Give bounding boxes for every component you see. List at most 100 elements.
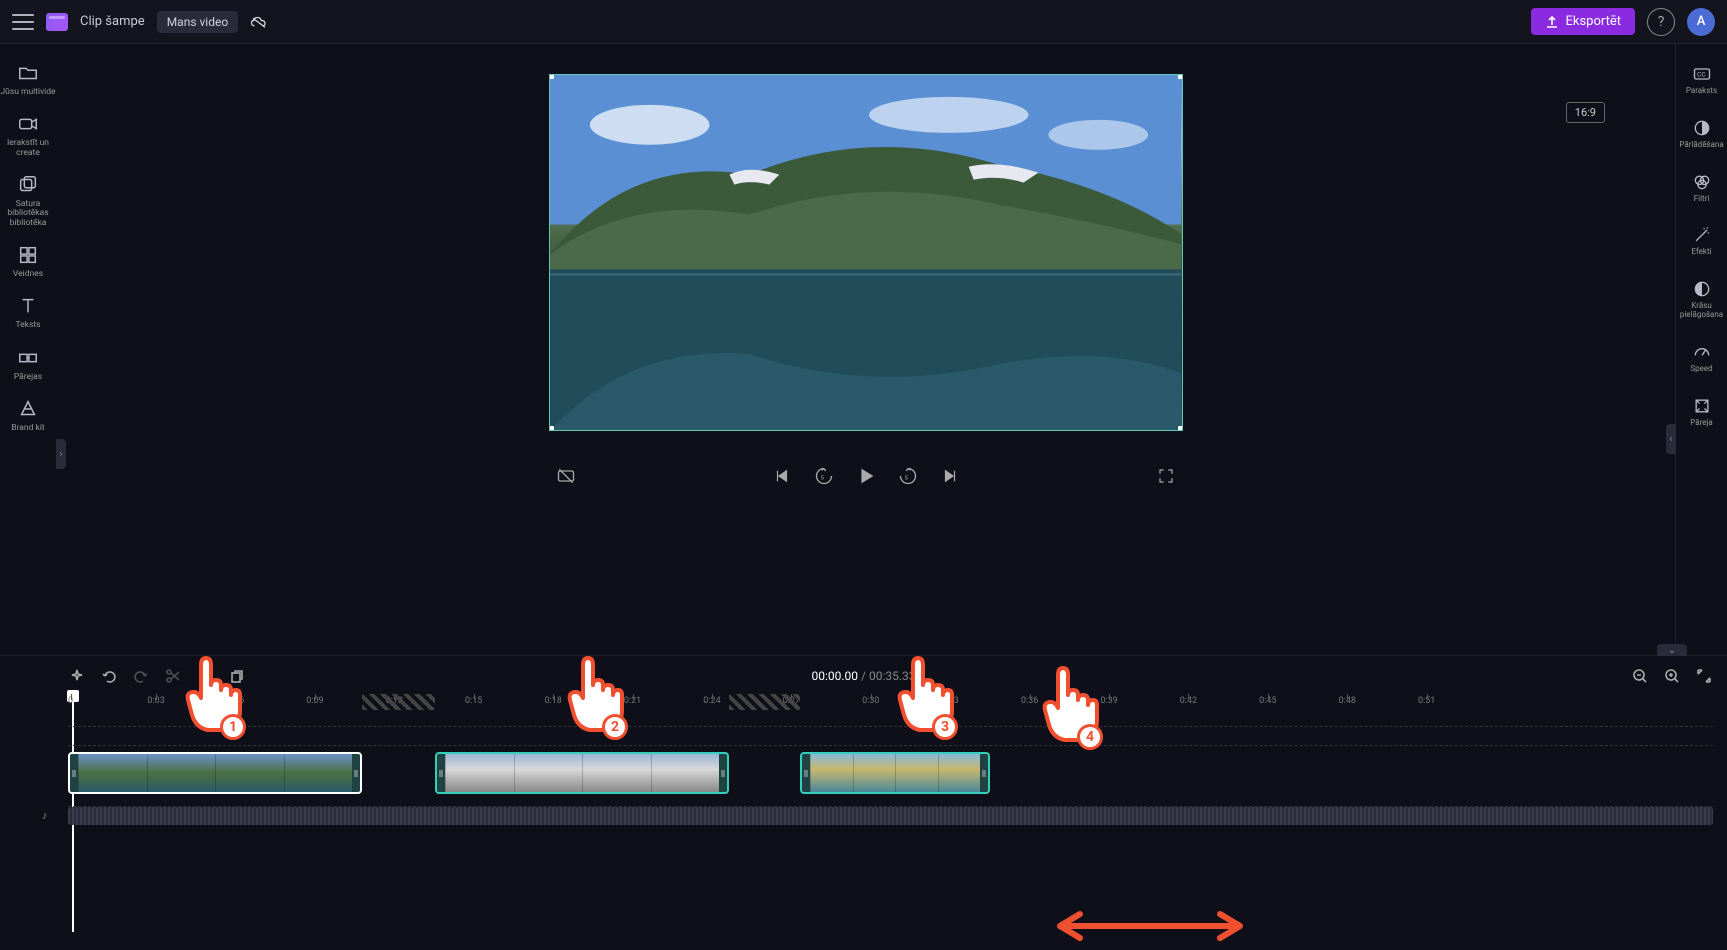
hide-preview-icon[interactable] xyxy=(555,465,577,487)
sidebar-item-text[interactable]: Teksts xyxy=(0,287,56,338)
ruler-tick: 0:03 xyxy=(147,696,164,706)
camera-icon xyxy=(17,113,39,135)
skip-back-icon[interactable] xyxy=(771,465,793,487)
sidebar-item-label: Ierakstīt un create xyxy=(0,139,56,158)
panel-item-label: Paraksts xyxy=(1686,87,1717,96)
crop-icon xyxy=(1692,396,1712,416)
clip-3[interactable]: || || xyxy=(800,752,990,794)
clip-thumbnail xyxy=(78,754,147,792)
ruler-tick: 0:06 xyxy=(227,696,244,706)
skip-forward-icon[interactable] xyxy=(939,465,961,487)
clip-thumbnail xyxy=(284,754,353,792)
ruler-tick: 0:21 xyxy=(624,696,641,706)
panel-item-speed[interactable]: Speed xyxy=(1676,336,1727,380)
panel-item-captions[interactable]: CC Paraksts xyxy=(1676,58,1727,102)
panel-item-color[interactable]: Krāsu pielāgošana xyxy=(1676,273,1727,326)
forward-icon[interactable]: 5 xyxy=(897,465,919,487)
scissors-icon[interactable] xyxy=(164,667,182,685)
video-preview[interactable] xyxy=(549,74,1183,431)
video-track[interactable]: ||||Skaists Dabas norvēģijas dabas ainav… xyxy=(68,752,1713,798)
duplicate-icon[interactable] xyxy=(228,667,246,685)
panel-item-effects[interactable]: Efekti xyxy=(1676,219,1727,263)
redo-icon[interactable] xyxy=(132,667,150,685)
resize-handle-tl[interactable] xyxy=(549,74,554,79)
filters-icon xyxy=(1692,172,1712,192)
sidebar-item-label: Teksts xyxy=(15,321,40,330)
undo-icon[interactable] xyxy=(100,667,118,685)
avatar[interactable]: A xyxy=(1687,8,1715,36)
svg-text:5: 5 xyxy=(820,475,824,481)
fit-icon[interactable] xyxy=(1695,667,1713,685)
timeline-tracks: ||||Skaists Dabas norvēģijas dabas ainav… xyxy=(68,726,1713,824)
sidebar-item-media[interactable]: Jūsu multivide xyxy=(0,54,56,105)
clip-1[interactable]: ||||Skaists Dabas norvēģijas dabas ainav… xyxy=(68,752,362,794)
help-icon[interactable]: ? xyxy=(1647,8,1675,36)
library-icon xyxy=(17,174,39,196)
transitions-icon xyxy=(17,347,39,369)
timeline-ruler[interactable]: 00:030:060:090:120:150:180:210:240:270:3… xyxy=(68,696,1713,718)
time-display: 00:00.00 / 00:35.33 xyxy=(812,669,916,683)
preview-area: 16:9 xyxy=(56,44,1675,655)
clip-grip-left[interactable]: || xyxy=(70,754,78,792)
sidebar-item-label: Satura bibliotēkas bibliotēka xyxy=(0,200,56,228)
panel-item-label: Pāreja xyxy=(1690,419,1713,428)
contrast-icon xyxy=(1692,279,1712,299)
ruler-tick: 0:39 xyxy=(1100,696,1117,706)
rewind-icon[interactable]: 5 xyxy=(813,465,835,487)
clip-grip-right[interactable]: || xyxy=(980,754,988,792)
audio-waveform[interactable] xyxy=(68,807,1713,825)
clip-grip-left[interactable]: || xyxy=(802,754,810,792)
panel-item-audio[interactable]: Pārlādēšana xyxy=(1676,112,1727,156)
sidebar-item-brandkit[interactable]: Brand kit xyxy=(0,390,56,441)
sidebar-item-transitions[interactable]: Pārejas xyxy=(0,339,56,390)
menu-icon[interactable] xyxy=(12,14,34,30)
sidebar-item-record[interactable]: Ierakstīt un create xyxy=(0,105,56,166)
fullscreen-icon[interactable] xyxy=(1155,465,1177,487)
zoom-out-icon[interactable] xyxy=(1631,667,1649,685)
cc-icon: CC xyxy=(1692,64,1712,84)
sidebar-item-templates[interactable]: Veidnes xyxy=(0,236,56,287)
ruler-tick: 0:48 xyxy=(1339,696,1356,706)
panel-item-pareja[interactable]: Pāreja xyxy=(1676,390,1727,434)
preview-frame-image xyxy=(550,75,1182,431)
app-logo-icon xyxy=(46,13,68,31)
track-lane-empty[interactable] xyxy=(68,726,1713,746)
zoom-in-icon[interactable] xyxy=(1663,667,1681,685)
resize-handle-br[interactable] xyxy=(1178,426,1183,431)
clip-thumbnail xyxy=(147,754,216,792)
wand-icon xyxy=(1692,225,1712,245)
timeline-collapse-tab[interactable]: ⌄ xyxy=(1657,644,1687,656)
gap-region[interactable] xyxy=(362,694,435,710)
upload-icon xyxy=(1545,15,1559,29)
clip-grip-left[interactable]: || xyxy=(437,754,445,792)
play-button[interactable] xyxy=(855,465,877,487)
clip-thumbnail xyxy=(895,754,938,792)
brandkit-icon xyxy=(17,398,39,420)
resize-handle-bl[interactable] xyxy=(549,426,554,431)
resize-handle-tr[interactable] xyxy=(1178,74,1183,79)
circle-half-icon xyxy=(1692,118,1712,138)
sidebar-item-library[interactable]: Satura bibliotēkas bibliotēka xyxy=(0,166,56,236)
panel-item-label: Efekti xyxy=(1691,248,1711,257)
aspect-ratio-chip[interactable]: 16:9 xyxy=(1566,102,1605,123)
clip-grip-right[interactable]: || xyxy=(352,754,360,792)
panel-item-filters[interactable]: Filtri xyxy=(1676,166,1727,210)
ruler-tick: 0:15 xyxy=(465,696,482,706)
clip-2[interactable]: || || xyxy=(435,752,729,794)
timeline: ⌄ 00:00.00 / 00:35.33 00:030 xyxy=(0,655,1727,950)
gap-region[interactable] xyxy=(729,694,800,710)
project-name-chip[interactable]: Mans video xyxy=(157,11,239,33)
audio-track[interactable]: ♪ xyxy=(68,806,1713,824)
left-sidebar: Jūsu multivide Ierakstīt un create Satur… xyxy=(0,44,56,655)
export-button[interactable]: Eksportēt xyxy=(1531,8,1635,35)
total-time: 00:35.33 xyxy=(869,669,916,683)
clip-grip-right[interactable]: || xyxy=(719,754,727,792)
auto-sparkle-icon[interactable] xyxy=(68,667,86,685)
trash-icon[interactable] xyxy=(196,667,214,685)
folder-icon xyxy=(17,62,39,84)
ruler-tick: 0:45 xyxy=(1259,696,1276,706)
clip-thumbnail xyxy=(853,754,896,792)
ruler-tick: 0:36 xyxy=(1021,696,1038,706)
clip-thumbnail xyxy=(514,754,583,792)
right-rail-expand-tab[interactable]: ‹ xyxy=(1666,424,1676,454)
